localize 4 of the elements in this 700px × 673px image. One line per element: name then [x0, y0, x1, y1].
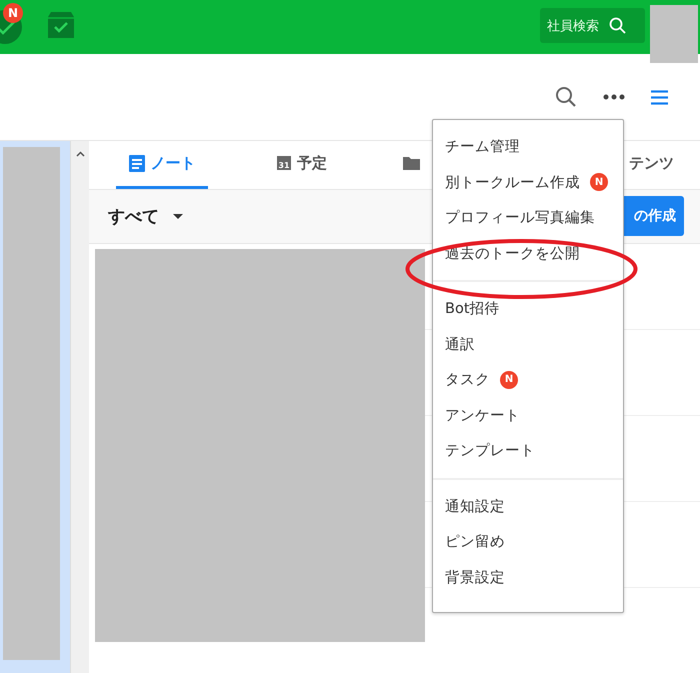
notification-badge: N — [3, 3, 23, 23]
calendar-icon: 31 — [277, 156, 291, 170]
new-badge: N — [590, 173, 608, 192]
new-badge: N — [500, 370, 518, 389]
